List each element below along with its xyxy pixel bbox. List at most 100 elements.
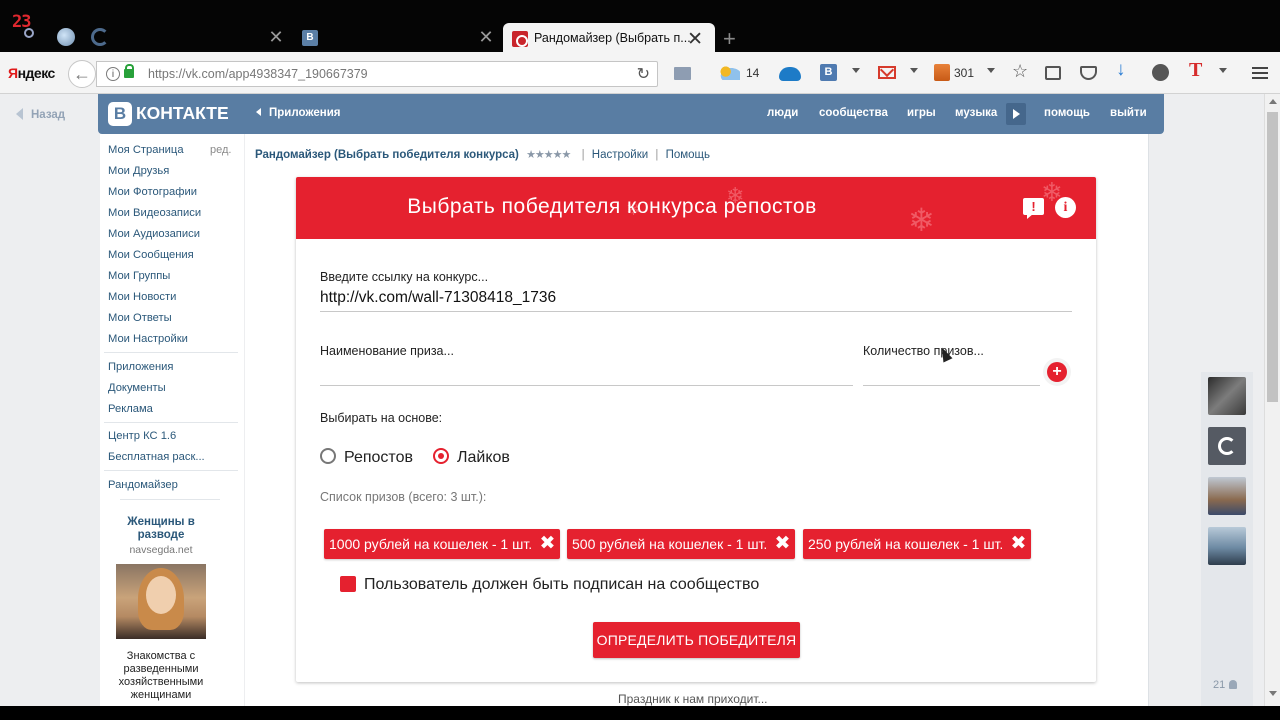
books-value[interactable]: 301 [954,63,974,83]
menu-apps[interactable]: Приложения [108,361,173,373]
remove-icon[interactable]: ✖ [539,534,556,553]
menu-documents[interactable]: Документы [108,382,166,394]
nav-communities[interactable]: сообщества [819,107,888,119]
smile-icon[interactable] [1152,64,1169,81]
info-icon[interactable]: i [1055,197,1076,218]
menu-audio[interactable]: Мои Аудиозаписи [108,228,200,240]
prize-chip-label: 1000 рублей на кошелек - 1 шт. [329,536,533,552]
mail-icon[interactable] [674,67,691,80]
chevron-down-icon[interactable] [987,68,995,73]
vk-logo-text: КОНТАКТЕ [136,103,229,123]
left-menu: Моя Страница ред. Мои Друзья Мои Фотогра… [100,134,244,706]
gmail-icon[interactable] [878,66,896,79]
scroll-down-icon[interactable] [1269,691,1277,696]
close-tab-icon[interactable]: ✕ [267,28,285,46]
main-content: Рандомайзер (Выбрать победителя конкурса… [245,134,1149,706]
reload-icon[interactable]: ↻ [637,64,650,84]
menu-videos[interactable]: Мои Видеозаписи [108,207,201,219]
menu-ads[interactable]: Реклама [108,403,153,415]
reader-icon[interactable] [1045,66,1061,80]
nav-logout[interactable]: выйти [1110,107,1147,119]
menu-cs-center[interactable]: Центр КС 1.6 [108,430,176,442]
chevron-down-icon[interactable] [852,68,860,73]
friend-avatar[interactable] [1208,427,1246,465]
add-prize-button[interactable]: + [1043,358,1071,386]
menu-my-page[interactable]: Моя Страница [108,144,184,156]
menu-photos[interactable]: Мои Фотографии [108,186,197,198]
menu-news[interactable]: Мои Новости [108,291,176,303]
radio-reposts[interactable] [320,448,336,464]
vk-extension-icon[interactable]: B [820,64,837,81]
nav-music[interactable]: музыка [955,107,997,119]
menu-randomizer[interactable]: Рандомайзер [108,479,178,491]
rating-stars-icon: ★★★★★ [526,149,571,161]
browser-tab-strip: 23 ✕ B ✕ Рандомайзер (Выбрать п... ✕ + [0,0,1280,53]
feedback-icon[interactable]: ! [1023,198,1044,219]
menu-free-promo[interactable]: Бесплатная раск... [108,451,205,463]
remove-icon[interactable]: ✖ [1010,534,1027,553]
back-button[interactable]: ← [68,60,96,88]
app-settings-link[interactable]: Настройки [592,149,648,161]
url-text: https://vk.com/app4938347_190667379 [148,67,368,81]
globe-icon[interactable] [57,28,75,46]
app-name[interactable]: Рандомайзер (Выбрать победителя конкурса… [255,149,519,161]
menu-settings[interactable]: Мои Настройки [108,333,188,345]
chevron-down-icon[interactable] [910,68,918,73]
radio-likes-label[interactable]: Лайков [457,449,510,467]
determine-winner-button[interactable]: ОПРЕДЕЛИТЬ ПОБЕДИТЕЛЯ [593,622,800,658]
remove-icon[interactable]: ✖ [774,534,791,553]
menu-friends[interactable]: Мои Друзья [108,165,169,177]
ad-title[interactable]: Женщины в разводе [114,516,208,542]
chevron-down-icon[interactable] [1219,68,1227,73]
download-icon[interactable]: ↓ [1116,60,1126,80]
weather-icon[interactable] [718,66,740,80]
prize-name-input[interactable]: Наименование приза... [320,344,454,358]
radio-reposts-label[interactable]: Репостов [344,449,413,467]
subscribe-checkbox-label[interactable]: Пользователь должен быть подписан на соо… [364,576,759,594]
prize-chip: 500 рублей на кошелек - 1 шт. ✖ [567,529,795,559]
radio-likes[interactable] [433,448,449,464]
bookmark-star-icon[interactable]: ☆ [1012,61,1028,81]
music-play-icon[interactable] [1006,103,1026,125]
reload-tab-icon[interactable] [91,28,109,46]
books-icon[interactable] [934,64,950,81]
close-tab-icon[interactable]: ✕ [687,28,703,51]
clock-widget-icon[interactable]: 23 [12,14,40,42]
weather-value[interactable]: 14 [746,63,759,83]
online-count[interactable]: 21 [1213,679,1238,691]
new-tab-icon[interactable]: + [723,26,736,52]
friend-avatar[interactable] [1208,527,1246,565]
friend-avatar[interactable] [1208,477,1246,515]
nav-games[interactable]: игры [907,107,936,119]
t-extension-icon[interactable]: T [1189,59,1202,81]
nav-help[interactable]: помощь [1044,107,1090,119]
nav-people[interactable]: люди [767,107,798,119]
prize-list-label: Список призов (всего: 3 шт.): [320,490,487,504]
subscribe-checkbox[interactable] [340,576,356,592]
edit-link[interactable]: ред. [210,144,231,156]
vk-back-link[interactable]: Назад [16,108,65,121]
ad-image[interactable] [116,564,206,639]
scroll-up-icon[interactable] [1269,99,1277,104]
yandex-logo-first: Я [8,65,18,81]
close-tab-icon[interactable]: ✕ [477,28,495,46]
friend-avatar[interactable] [1208,377,1246,415]
page-scrollbar[interactable] [1264,94,1280,706]
app-help-link[interactable]: Помощь [666,149,710,161]
site-info-icon[interactable]: i [106,67,120,81]
yandex-logo[interactable]: Яндекс [8,65,55,81]
hamburger-menu-icon[interactable] [1252,67,1268,79]
menu-messages[interactable]: Мои Сообщения [108,249,194,261]
menu-answers[interactable]: Мои Ответы [108,312,172,324]
link-input[interactable]: http://vk.com/wall-71308418_1736 [320,289,556,307]
cloud-icon[interactable] [779,67,801,81]
address-bar[interactable]: i https://vk.com/app4938347_190667379 ↻ [96,61,658,87]
menu-groups[interactable]: Мои Группы [108,270,170,282]
scrollbar-thumb[interactable] [1267,112,1278,402]
vk-tab-favicon[interactable]: B [302,30,318,46]
ad-text[interactable]: Знакомства с разведенными хозяйственными… [112,650,210,702]
prize-count-input[interactable]: Количество призов... [863,344,984,358]
active-tab[interactable]: Рандомайзер (Выбрать п... ✕ [503,23,715,53]
vk-apps-link[interactable]: Приложения [256,107,341,119]
ad-site[interactable]: navsegda.net [114,544,208,556]
